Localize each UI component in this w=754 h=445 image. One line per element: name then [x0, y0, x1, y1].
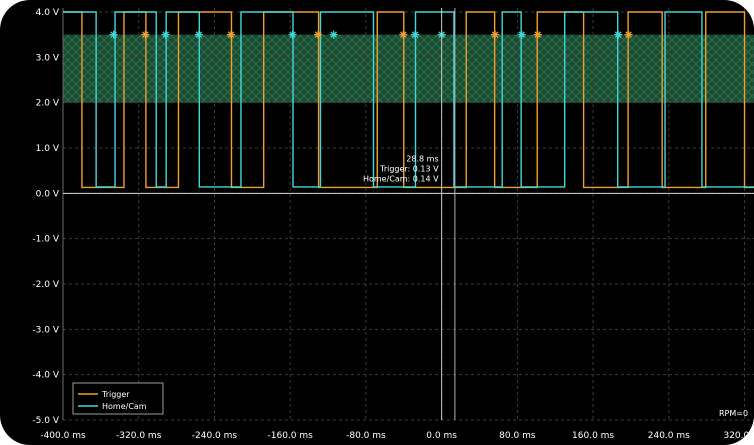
- y-tick-label-7: -3.0 V: [32, 325, 59, 335]
- y-tick-label-1: 3.0 V: [36, 53, 60, 63]
- y-tick-label-5: -1.0 V: [32, 235, 59, 245]
- x-tick-label-8: 240.0 ms: [648, 431, 690, 441]
- edge-marker-11: [491, 30, 500, 39]
- oscilloscope-chart[interactable]: 4.0 V 3.0 V 2.0 V 1.0 V 0.0 V -1.0 V -2.0 V -3.…: [0, 0, 754, 445]
- y-tick-label-6: -2.0 V: [32, 280, 59, 290]
- y-axis-ticks: 4.0 V 3.0 V 2.0 V 1.0 V 0.0 V -1.0 V -2.0 V -3.…: [32, 8, 59, 426]
- edge-marker-13: [533, 30, 542, 39]
- edge-marker-3: [194, 30, 203, 39]
- x-tick-label-5: 0.0 ms: [426, 431, 457, 441]
- x-tick-label-9: 320.0 ms: [723, 431, 754, 441]
- legend: Trigger Home/Cam: [72, 382, 164, 415]
- edge-marker-4: [227, 30, 236, 39]
- edge-marker-5: [288, 30, 297, 39]
- edge-marker-6: [314, 30, 323, 39]
- x-tick-label-1: -320.0 ms: [116, 431, 162, 441]
- x-tick-label-4: -80.0 ms: [346, 431, 386, 441]
- legend-label-home-cam: Home/Cam: [102, 402, 147, 411]
- scope-window: 4.0 V 3.0 V 2.0 V 1.0 V 0.0 V -1.0 V -2.0 V -3.…: [0, 0, 754, 445]
- y-tick-label-2: 2.0 V: [36, 99, 60, 109]
- x-tick-label-6: 80.0 ms: [499, 431, 536, 441]
- y-tick-label-8: -4.0 V: [32, 371, 59, 381]
- edge-marker-7: [329, 30, 338, 39]
- legend-label-trigger: Trigger: [101, 390, 130, 399]
- y-tick-label-9: -5.0 V: [32, 416, 59, 426]
- rpm-readout: RPM=0: [719, 409, 748, 418]
- edge-marker-14: [614, 30, 623, 39]
- readout-home-cam: Home/Cam: 0.14 V: [363, 175, 439, 184]
- x-tick-label-0: -400.0 ms: [40, 431, 86, 441]
- x-axis-ticks: -400.0 ms -320.0 ms -240.0 ms -160.0 ms -80.…: [40, 431, 754, 441]
- edge-marker-9: [411, 30, 420, 39]
- y-tick-label-0: 4.0 V: [36, 8, 60, 18]
- x-tick-label-2: -240.0 ms: [192, 431, 238, 441]
- edge-marker-1: [141, 30, 150, 39]
- readout-time: 28.8 ms: [406, 155, 438, 164]
- x-tick-label-7: 160.0 ms: [572, 431, 614, 441]
- edge-marker-12: [517, 30, 526, 39]
- y-tick-label-3: 1.0 V: [36, 144, 60, 154]
- edge-marker-15: [624, 30, 633, 39]
- y-tick-label-4: 0.0 V: [36, 189, 60, 199]
- x-tick-label-3: -160.0 ms: [268, 431, 314, 441]
- edge-marker-8: [399, 30, 408, 39]
- readout-trigger: Trigger: 0.13 V: [379, 165, 439, 174]
